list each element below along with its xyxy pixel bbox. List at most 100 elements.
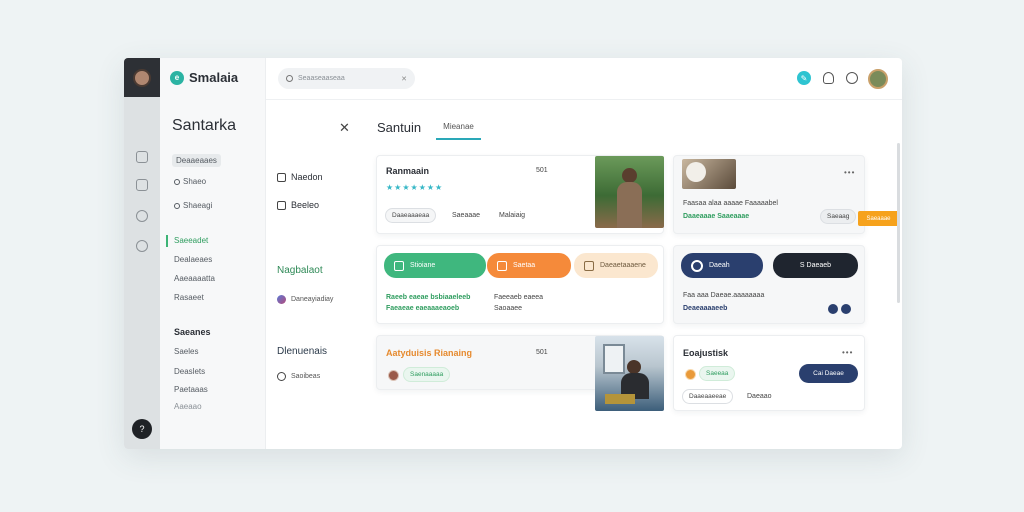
status-chip[interactable]: Saeeaa: [699, 366, 736, 381]
search-input[interactable]: Seaaseaaseaa ✕: [278, 68, 415, 89]
sidebar: e Smalaia Santarka Deaaeaaes Shaeo Shaea…: [160, 58, 266, 449]
peach-action-button[interactable]: Daeaetaaaene: [574, 253, 658, 278]
button-label: Daeaetaaaene: [600, 262, 646, 269]
sidebar-item[interactable]: Aaeaao: [174, 402, 202, 411]
button-label: S Daeaeb: [799, 262, 832, 269]
brand-logo-icon: e: [170, 70, 184, 85]
help-icon[interactable]: ?: [132, 419, 152, 439]
search-placeholder: Seaaseaaseaa: [298, 75, 345, 82]
mini-avatar: [388, 370, 399, 381]
tag-chip[interactable]: Daaeaaeeae: [682, 389, 734, 404]
clock-icon[interactable]: [136, 210, 148, 222]
user-avatar[interactable]: [868, 69, 888, 89]
green-action-button[interactable]: Stioiane: [384, 253, 486, 278]
primary-button[interactable]: Cai Daeae: [799, 364, 858, 383]
activity-card[interactable]: Aatyduisis Rianaing 501 Saenaaaaa: [376, 335, 664, 411]
sidebar-item-label: Shaeagi: [183, 201, 213, 210]
close-icon[interactable]: ✕: [339, 120, 350, 136]
mid-section-title: Dlenuenais: [277, 346, 328, 357]
tag-text[interactable]: Malaiaig: [499, 212, 525, 219]
info-card[interactable]: Faasaa alaa aaaae Faaaaabel Daaeaaae Saa…: [673, 155, 865, 234]
search-icon: [286, 75, 293, 82]
sidebar-section-title: Saeanes: [174, 327, 211, 337]
card-text: Saoaaee: [494, 305, 523, 312]
mid-item[interactable]: Naedon: [277, 172, 323, 182]
item-icon: [174, 178, 180, 185]
brand-name: Smalaia: [189, 70, 239, 85]
app-window: ? e Smalaia Santarka Deaaeaaes Shaeo Sha…: [124, 58, 902, 449]
card-text: Faeeaeb eaeea: [494, 294, 544, 301]
sidebar-item[interactable]: Saeles: [174, 347, 198, 356]
clear-icon[interactable]: ✕: [401, 75, 407, 83]
sidebar-item[interactable]: Paetaaas: [174, 385, 208, 394]
workspace-switcher[interactable]: [124, 58, 160, 97]
sidebar-item[interactable]: Rasaeet: [174, 293, 204, 302]
card-icon: [497, 260, 507, 271]
actions-card: Stioiane Saetaa Daeaetaaaene Raeeb eaeae…: [376, 245, 664, 324]
checkbox-icon: [394, 260, 404, 271]
button-label: Saetaa: [513, 262, 536, 269]
bell-icon[interactable]: [823, 72, 834, 84]
summary-card[interactable]: Eoajustisk ••• Saeeaa Cai Daeae Daaeaaee…: [673, 335, 865, 411]
edit-icon[interactable]: ✎: [797, 71, 811, 85]
pager-dots[interactable]: [828, 304, 851, 314]
mid-item[interactable]: Daneayiadiay: [277, 295, 333, 304]
tab-active[interactable]: Mieanae: [436, 122, 481, 140]
card-title: Ranmaain: [386, 166, 430, 176]
sidebar-item[interactable]: Dealaeaes: [174, 255, 212, 264]
button-label: Cai Daeae: [813, 370, 844, 377]
scrollbar[interactable]: [897, 143, 900, 303]
sidebar-item-label: Shaeo: [183, 177, 207, 186]
orange-action-button[interactable]: Saetaa: [487, 253, 571, 278]
tag-chip[interactable]: Daaeaaaeaa: [385, 208, 437, 223]
card-text: Raeeb eaeae bsbiaaeleeb: [386, 294, 471, 301]
card-icon: [584, 260, 594, 271]
more-icon[interactable]: •••: [844, 168, 855, 177]
mid-item-label: Beeleo: [291, 200, 320, 210]
tag-text[interactable]: Saeaaae: [452, 212, 480, 219]
card-meta: 501: [536, 349, 548, 356]
dark-button[interactable]: S Daeaeb: [773, 253, 858, 278]
tag-text[interactable]: Daeaao: [747, 393, 772, 400]
button-label: Stioiane: [410, 262, 436, 269]
top-bar: Seaaseaaseaa ✕ ✎: [266, 58, 902, 100]
button-label: Daeah: [709, 262, 730, 269]
card-meta: 501: [536, 167, 548, 174]
sidebar-item[interactable]: Aaeaaaatta: [174, 274, 215, 283]
profile-card[interactable]: Ranmaain 501 ★★★★★★★ Daaeaaaeaa Saeaaae …: [376, 155, 664, 234]
person-photo: [595, 156, 664, 228]
card-text: Faa aaa Daeae.aaaaaaaa: [683, 292, 765, 299]
active-indicator: [166, 235, 168, 247]
page-icon: [277, 200, 286, 210]
sidebar-item[interactable]: Deaaeaaes: [172, 154, 221, 167]
sidebar-title: Santarka: [172, 117, 237, 134]
rating-stars: ★★★★★★★: [386, 183, 444, 192]
mid-section-title: Nagbalaot: [277, 265, 323, 276]
sidebar-item[interactable]: Deaslets: [174, 367, 205, 376]
content-title: Santuin: [377, 120, 422, 135]
card-title: Eoajustisk: [683, 348, 729, 358]
action-chip[interactable]: Saeaag: [820, 209, 857, 224]
message-icon[interactable]: [846, 72, 858, 84]
status-chip[interactable]: Saenaaaaa: [403, 367, 451, 382]
grid-icon[interactable]: [136, 179, 148, 191]
inbox-icon[interactable]: [136, 151, 148, 163]
mid-item-label: Naedon: [291, 172, 323, 182]
sidebar-item[interactable]: Shaeagi: [174, 201, 212, 210]
mid-item[interactable]: Saoibeas: [277, 372, 320, 381]
mid-item-label: Saoibeas: [291, 373, 321, 380]
chat-icon[interactable]: [136, 240, 148, 252]
navy-button[interactable]: Daeah: [681, 253, 763, 278]
mid-item-label: Daneayiadiay: [291, 296, 334, 303]
person-photo: [595, 336, 664, 411]
sidebar-item[interactable]: Shaeo: [174, 177, 206, 186]
card-link[interactable]: Deaeaaaaeeb: [683, 305, 727, 312]
card-link[interactable]: Daaeaaae Saaeaaae: [683, 213, 749, 220]
mid-item[interactable]: Beeleo: [277, 200, 319, 210]
clock-icon: [277, 372, 286, 381]
ring-icon: [691, 259, 703, 272]
badge: Saeaaae: [858, 211, 899, 226]
more-icon[interactable]: •••: [842, 348, 853, 357]
brand[interactable]: e Smalaia: [170, 70, 238, 85]
sidebar-item-active[interactable]: Saeeadet: [174, 236, 208, 245]
